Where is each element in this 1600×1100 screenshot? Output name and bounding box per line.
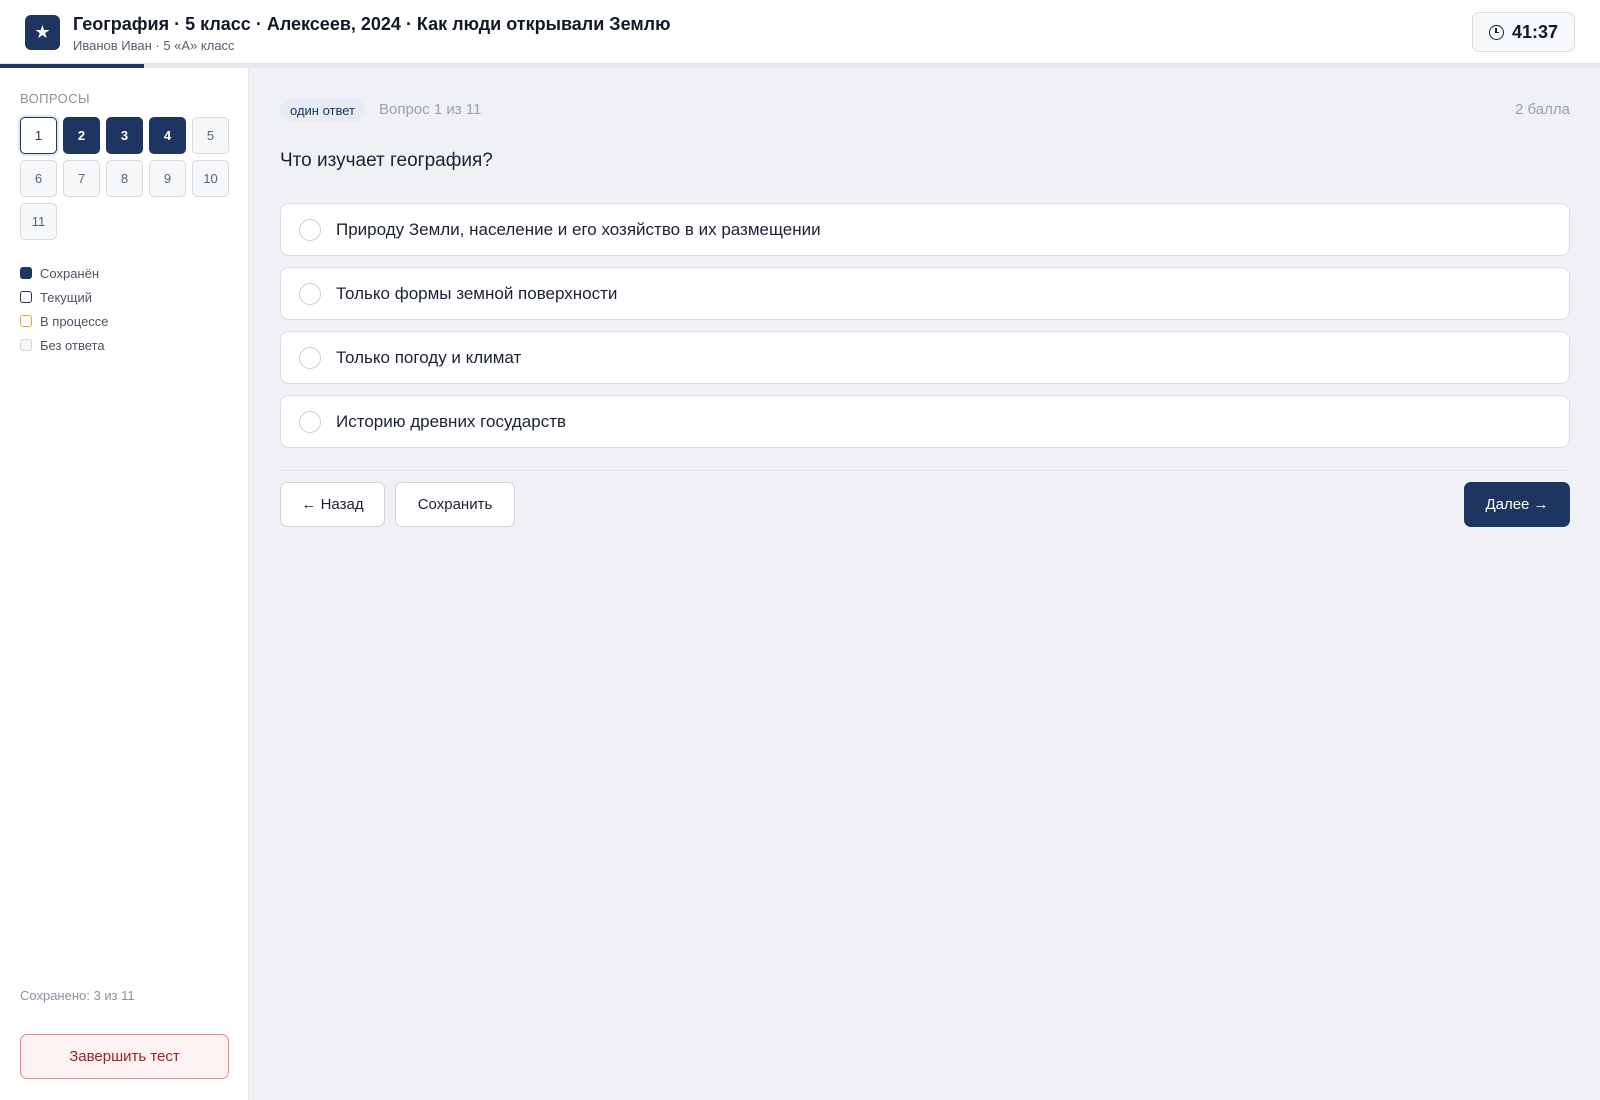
back-button[interactable]: ← Назад: [280, 482, 385, 527]
sidebar: ВОПРОСЫ 1 2 3 4 5 6 7 8 9 10 11 Сохранён…: [0, 68, 249, 1100]
legend-in-progress: В процессе: [20, 309, 109, 333]
answer-option[interactable]: Природу Земли, население и его хозяйство…: [280, 203, 1570, 256]
test-title: География · 5 класс · Алексеев, 2024 · К…: [73, 14, 671, 34]
option-label: Природу Земли, население и его хозяйство…: [336, 219, 821, 239]
saved-count: Сохранено: 3 из 11: [20, 988, 135, 1003]
question-button[interactable]: 2: [63, 117, 100, 154]
question-text: Что изучает география?: [280, 150, 493, 171]
timer: 41:37: [1472, 12, 1575, 52]
legend-no-answer: Без ответа: [20, 333, 109, 357]
question-button[interactable]: 4: [149, 117, 186, 154]
current-swatch-icon: [20, 291, 32, 303]
legend-label: Сохранён: [40, 265, 100, 281]
question-button[interactable]: 9: [149, 160, 186, 197]
question-button[interactable]: 1: [20, 117, 57, 154]
answer-option[interactable]: Только погоду и климат: [280, 331, 1570, 384]
question-grid: 1 2 3 4 5 6 7 8 9 10 11: [20, 117, 240, 240]
legend-saved: Сохранён: [20, 261, 109, 285]
save-button[interactable]: Сохранить: [395, 482, 515, 527]
star-logo-icon: ★: [25, 15, 60, 50]
answer-option[interactable]: Историю древних государств: [280, 395, 1570, 448]
question-button[interactable]: 3: [106, 117, 143, 154]
divider: [280, 470, 1570, 471]
option-label: Историю древних государств: [336, 411, 567, 431]
question-points: 2 балла: [1515, 101, 1570, 118]
no-answer-swatch-icon: [20, 339, 32, 351]
legend-current: Текущий: [20, 285, 109, 309]
student-info: Иванов Иван · 5 «А» класс: [73, 38, 235, 53]
question-button[interactable]: 8: [106, 160, 143, 197]
legend-label: Текущий: [40, 289, 92, 305]
answer-options: Природу Земли, население и его хозяйство…: [280, 203, 1570, 459]
answer-option[interactable]: Только формы земной поверхности: [280, 267, 1570, 320]
option-label: Только формы земной поверхности: [336, 283, 618, 303]
question-button[interactable]: 10: [192, 160, 229, 197]
in-progress-swatch-icon: [20, 315, 32, 327]
saved-swatch-icon: [20, 267, 32, 279]
radio-icon[interactable]: [299, 218, 321, 241]
question-number: Вопрос 1 из 11: [379, 101, 482, 118]
radio-icon[interactable]: [299, 346, 321, 369]
question-button[interactable]: 6: [20, 160, 57, 197]
status-legend: Сохранён Текущий В процессе Без ответа: [20, 261, 109, 357]
radio-icon[interactable]: [299, 410, 321, 433]
questions-heading: ВОПРОСЫ: [20, 91, 90, 106]
answer-type-badge: один ответ: [280, 98, 365, 122]
timer-value: 41:37: [1511, 21, 1559, 42]
finish-test-button[interactable]: Завершить тест: [20, 1034, 229, 1079]
question-meta: один ответ Вопрос 1 из 11 2 балла: [280, 98, 1570, 122]
question-button[interactable]: 7: [63, 160, 100, 197]
question-button[interactable]: 5: [192, 117, 229, 154]
question-button[interactable]: 11: [20, 203, 57, 240]
app-header: ★ География · 5 класс · Алексеев, 2024 ·…: [0, 0, 1600, 64]
legend-label: Без ответа: [40, 337, 105, 353]
radio-icon[interactable]: [299, 282, 321, 305]
legend-label: В процессе: [40, 313, 109, 329]
option-label: Только погоду и климат: [336, 347, 522, 367]
clock-icon: [1488, 24, 1504, 40]
next-button[interactable]: Далее →: [1464, 482, 1570, 527]
